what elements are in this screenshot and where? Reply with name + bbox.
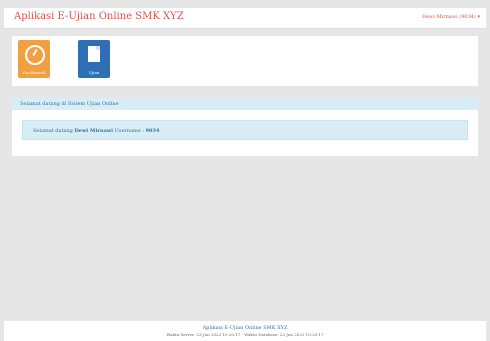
user-name: Dewi Mirnawi (74, 128, 114, 134)
dashboard-label: Dashboard (22, 70, 46, 75)
app-title[interactable]: Aplikasi E-Ujian Online SMK XYZ (14, 11, 184, 22)
ujian-label: Ujian (88, 70, 100, 75)
app-window: Aplikasi E-Ujian Online SMK XYZ Dewi Mir… (0, 0, 490, 341)
ujian-tile[interactable]: Ujian (78, 40, 110, 78)
gauge-icon (25, 45, 45, 65)
welcome-alert: Selamat datang Dewi Mirnawi Username : 9… (22, 120, 468, 140)
username-value: 9034 (145, 128, 160, 134)
footer: Aplikasi E-Ujian Online SMK XYZ Waktu Se… (4, 321, 486, 341)
dashboard-tile[interactable]: Dashboard (18, 40, 50, 78)
menu-panel: Dashboard Ujian (12, 36, 478, 86)
document-icon (88, 46, 100, 62)
footer-time: Waktu Server: 23 Jun 2022 10:20:17 - Wak… (166, 332, 324, 337)
top-navbar: Aplikasi E-Ujian Online SMK XYZ Dewi Mir… (4, 8, 486, 29)
user-menu[interactable]: Dewi Mirnawi (9034) ▾ (422, 14, 480, 20)
welcome-heading: Selamat datang di Sistem Ujian Online (12, 98, 478, 110)
welcome-prefix: Selamat datang (33, 128, 75, 134)
footer-app-name: Aplikasi E-Ujian Online SMK XYZ (202, 325, 288, 331)
username-label: Username : (113, 128, 146, 134)
welcome-card: Selamat datang di Sistem Ujian Online Se… (12, 98, 478, 156)
